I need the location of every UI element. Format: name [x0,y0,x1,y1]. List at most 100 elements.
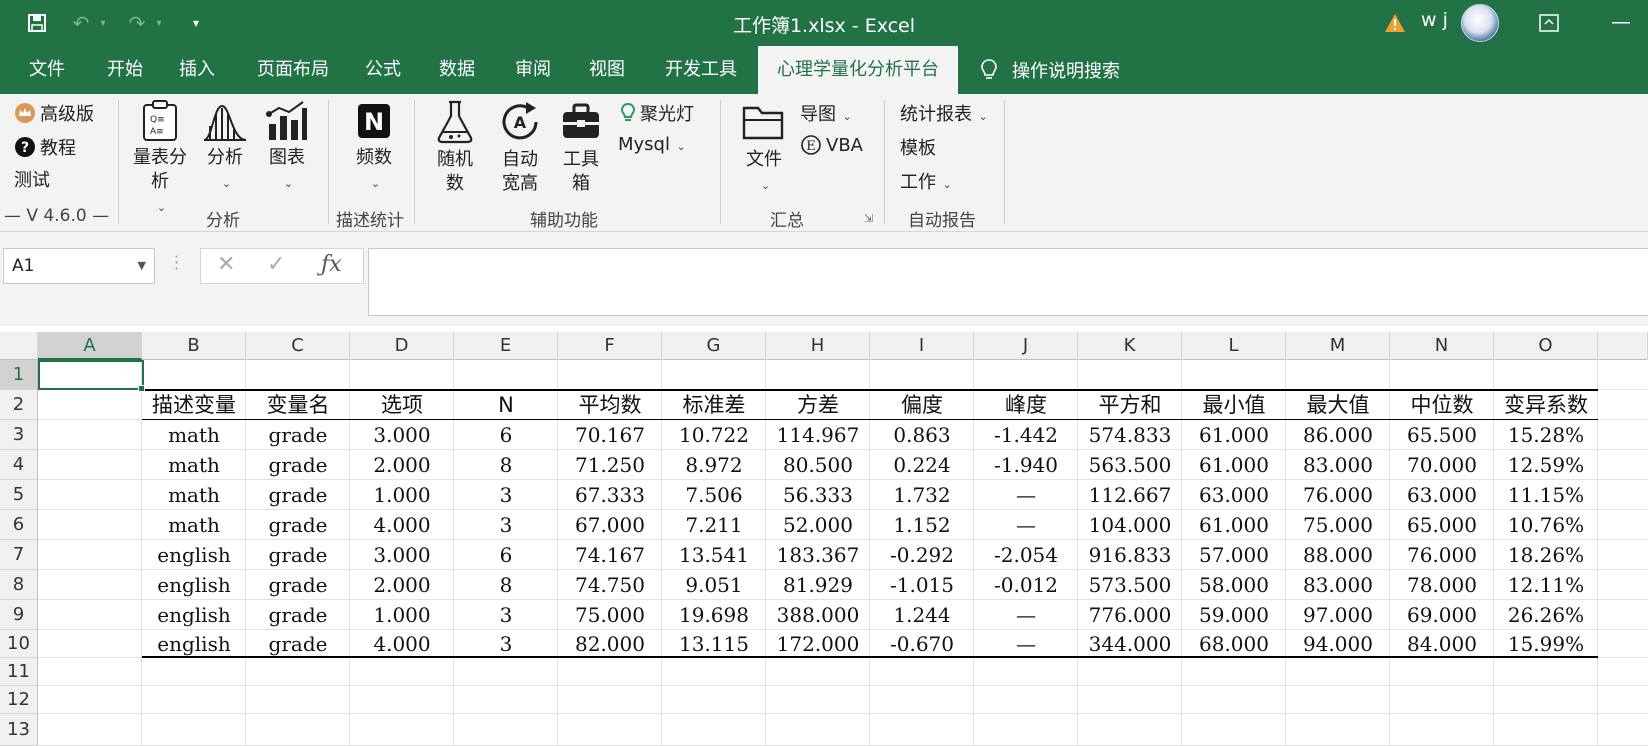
table-cell[interactable]: 9.051 [662,570,766,600]
tab-developer[interactable]: 开发工具 [656,46,746,94]
table-cell[interactable]: 65.000 [1390,510,1494,540]
table-cell[interactable]: 74.750 [558,570,662,600]
table-cell[interactable]: 573.500 [1078,570,1182,600]
table-cell[interactable]: 83.000 [1286,450,1390,480]
table-cell[interactable]: 75.000 [558,600,662,630]
ribbon-display-options-icon[interactable] [1536,10,1562,36]
table-cell[interactable]: math [142,510,246,540]
formula-input[interactable] [368,248,1648,316]
column-header-a[interactable]: A [38,332,142,360]
toolbox-button[interactable]: 工具箱 [556,100,606,196]
table-header-cell[interactable]: 平均数 [558,390,662,420]
table-cell[interactable]: 76.000 [1390,540,1494,570]
formula-bar-splitter[interactable]: · · · [174,249,179,277]
table-cell[interactable]: 15.99% [1494,630,1598,658]
table-cell[interactable]: grade [246,570,350,600]
table-cell[interactable]: 0.224 [870,450,974,480]
minimize-icon[interactable] [1608,10,1634,36]
undo-icon[interactable]: ↶ [68,10,94,36]
tab-view[interactable]: 视图 [582,46,632,94]
table-cell[interactable]: 97.000 [1286,600,1390,630]
row-header-12[interactable]: 12 [0,686,38,714]
table-cell[interactable]: 71.250 [558,450,662,480]
spreadsheet-grid[interactable]: A B C D E F G H I J K L M N O 1 2 3 4 5 6 7 8 9 10 11 12 13 描述变量 变量名… [0,332,1648,746]
table-cell[interactable]: 58.000 [1182,570,1286,600]
table-cell[interactable]: 12.59% [1494,450,1598,480]
save-icon[interactable] [24,10,50,36]
table-cell[interactable]: 1.152 [870,510,974,540]
work-dropdown[interactable]: 工作 ⌄ [900,168,952,194]
row-header-3[interactable]: 3 [0,420,38,450]
table-cell[interactable]: grade [246,450,350,480]
table-cell[interactable]: 388.000 [766,600,870,630]
table-cell[interactable]: 61.000 [1182,450,1286,480]
table-cell[interactable]: english [142,600,246,630]
table-cell[interactable]: english [142,570,246,600]
template-button[interactable]: 模板 [900,134,936,160]
table-cell[interactable]: 94.000 [1286,630,1390,658]
column-header-l[interactable]: L [1182,332,1286,360]
table-cell[interactable]: 84.000 [1390,630,1494,658]
row-header-9[interactable]: 9 [0,600,38,630]
table-cell[interactable]: 56.333 [766,480,870,510]
chevron-down-icon[interactable]: ▼ [138,249,146,283]
table-header-cell[interactable]: 最小值 [1182,390,1286,420]
table-cell[interactable]: 52.000 [766,510,870,540]
column-header-o[interactable]: O [1494,332,1598,360]
table-cell[interactable]: 65.500 [1390,420,1494,450]
table-header-cell[interactable]: 选项 [350,390,454,420]
table-cell[interactable]: -0.292 [870,540,974,570]
enter-icon[interactable]: ✓ [267,252,285,277]
chart-button[interactable]: 图表 ⌄ [260,100,314,196]
tab-insert[interactable]: 插入 [172,46,222,94]
table-cell[interactable]: -2.054 [974,540,1078,570]
row-header-7[interactable]: 7 [0,540,38,570]
table-cell[interactable]: 3 [454,630,558,658]
column-header-b[interactable]: B [142,332,246,360]
table-cell[interactable]: 15.28% [1494,420,1598,450]
row-header-5[interactable]: 5 [0,480,38,510]
test-button[interactable]: 测试 [14,166,50,192]
column-header-e[interactable]: E [454,332,558,360]
table-cell[interactable]: 82.000 [558,630,662,658]
table-cell[interactable]: 19.698 [662,600,766,630]
table-cell[interactable]: 59.000 [1182,600,1286,630]
tab-home[interactable]: 开始 [100,46,150,94]
scale-analysis-button[interactable]: Q≡ A≡ 量表分析 ⌄ [130,100,190,220]
table-cell[interactable]: — [974,600,1078,630]
row-header-1[interactable]: 1 [0,360,38,390]
table-cell[interactable]: grade [246,420,350,450]
table-header-cell[interactable]: 描述变量 [142,390,246,420]
table-cell[interactable]: math [142,420,246,450]
table-cell[interactable]: 3 [454,480,558,510]
avatar[interactable] [1461,4,1499,42]
table-cell[interactable]: 3.000 [350,420,454,450]
frequency-button[interactable]: N 频数 ⌄ [344,100,404,196]
table-header-cell[interactable]: 峰度 [974,390,1078,420]
table-cell[interactable]: 70.000 [1390,450,1494,480]
table-cell[interactable]: 68.000 [1182,630,1286,658]
table-header-cell[interactable]: 方差 [766,390,870,420]
name-box[interactable]: A1 ▼ [3,248,155,284]
fill-handle[interactable] [138,385,145,392]
column-header-f[interactable]: F [558,332,662,360]
table-cell[interactable]: grade [246,540,350,570]
insert-function-icon[interactable]: ƒx [321,252,342,277]
row-header-10[interactable]: 10 [0,630,38,658]
table-cell[interactable]: 2.000 [350,570,454,600]
tell-me-search[interactable]: 操作说明搜索 [980,46,1120,94]
active-cell[interactable] [38,360,144,390]
column-header-c[interactable]: C [246,332,350,360]
row-header-8[interactable]: 8 [0,570,38,600]
table-cell[interactable]: -1.442 [974,420,1078,450]
file-summary-button[interactable]: 文件 ⌄ [736,100,792,198]
analysis-button[interactable]: 分析 ⌄ [198,100,252,196]
column-header-d[interactable]: D [350,332,454,360]
table-cell[interactable]: -1.940 [974,450,1078,480]
table-cell[interactable]: 114.967 [766,420,870,450]
table-cell[interactable]: 7.211 [662,510,766,540]
table-cell[interactable]: 916.833 [1078,540,1182,570]
table-cell[interactable]: 86.000 [1286,420,1390,450]
premium-button[interactable]: 高级版 [14,100,94,126]
random-number-button[interactable]: 随机数 [430,100,480,196]
